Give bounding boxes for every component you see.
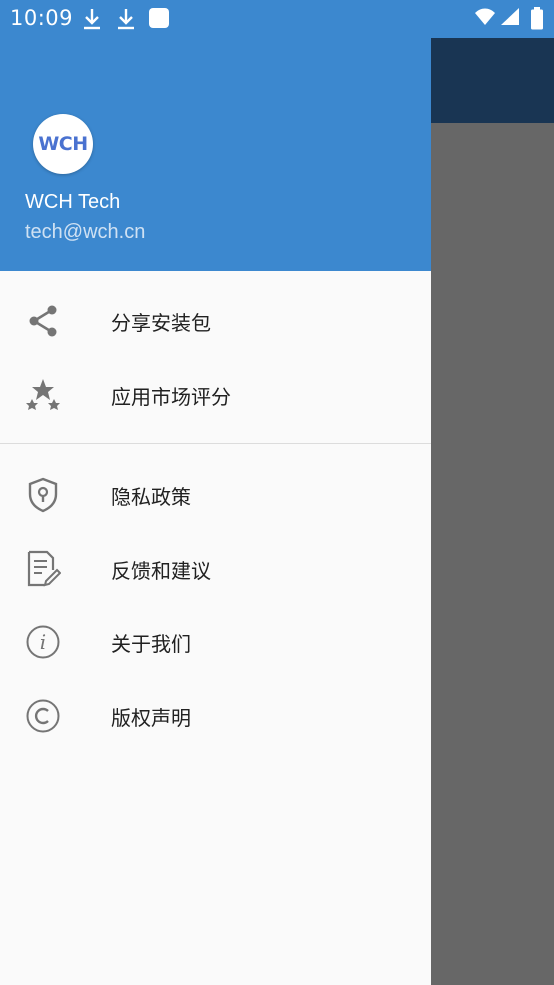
wifi-icon bbox=[474, 7, 496, 31]
svg-text:i: i bbox=[40, 630, 46, 654]
menu-item-label: 分享安装包 bbox=[111, 311, 211, 335]
menu-item-label: 版权声明 bbox=[111, 706, 191, 730]
status-bar: 10:09 bbox=[0, 0, 554, 38]
menu-item-label: 关于我们 bbox=[111, 632, 191, 656]
menu-item-share-apk[interactable]: 分享安装包 bbox=[0, 287, 431, 353]
status-time: 10:09 bbox=[10, 6, 74, 30]
stars-icon bbox=[24, 376, 62, 414]
menu-item-copyright[interactable]: 版权声明 bbox=[0, 682, 431, 748]
app-notification-icon bbox=[148, 7, 170, 33]
menu-item-label: 应用市场评分 bbox=[111, 385, 231, 409]
menu-item-about-us[interactable]: i 关于我们 bbox=[0, 608, 431, 674]
avatar-logo-text: WCH bbox=[38, 133, 88, 155]
info-icon: i bbox=[24, 623, 62, 661]
user-name: WCH Tech bbox=[25, 191, 121, 213]
signal-icon bbox=[500, 7, 520, 31]
share-icon bbox=[24, 302, 62, 340]
feedback-icon bbox=[24, 550, 62, 588]
menu-item-rate-app[interactable]: 应用市场评分 bbox=[0, 361, 431, 427]
menu-divider bbox=[0, 443, 431, 444]
menu-item-label: 反馈和建议 bbox=[111, 559, 211, 583]
menu-item-privacy-policy[interactable]: 隐私政策 bbox=[0, 461, 431, 527]
app-toolbar bbox=[431, 38, 554, 123]
drawer-scrim[interactable] bbox=[431, 38, 554, 985]
navigation-drawer: WCH WCH Tech tech@wch.cn 分享安装包 应用市场评分 隐私… bbox=[0, 0, 431, 985]
menu-item-label: 隐私政策 bbox=[111, 485, 191, 509]
battery-icon bbox=[530, 7, 544, 35]
download-icon bbox=[82, 7, 102, 35]
user-email: tech@wch.cn bbox=[25, 221, 146, 243]
copyright-icon bbox=[24, 697, 62, 735]
drawer-header: WCH WCH Tech tech@wch.cn bbox=[0, 0, 431, 271]
menu-item-feedback[interactable]: 反馈和建议 bbox=[0, 535, 431, 601]
privacy-shield-icon bbox=[24, 476, 62, 514]
avatar[interactable]: WCH bbox=[33, 114, 93, 174]
download-icon bbox=[116, 7, 136, 35]
